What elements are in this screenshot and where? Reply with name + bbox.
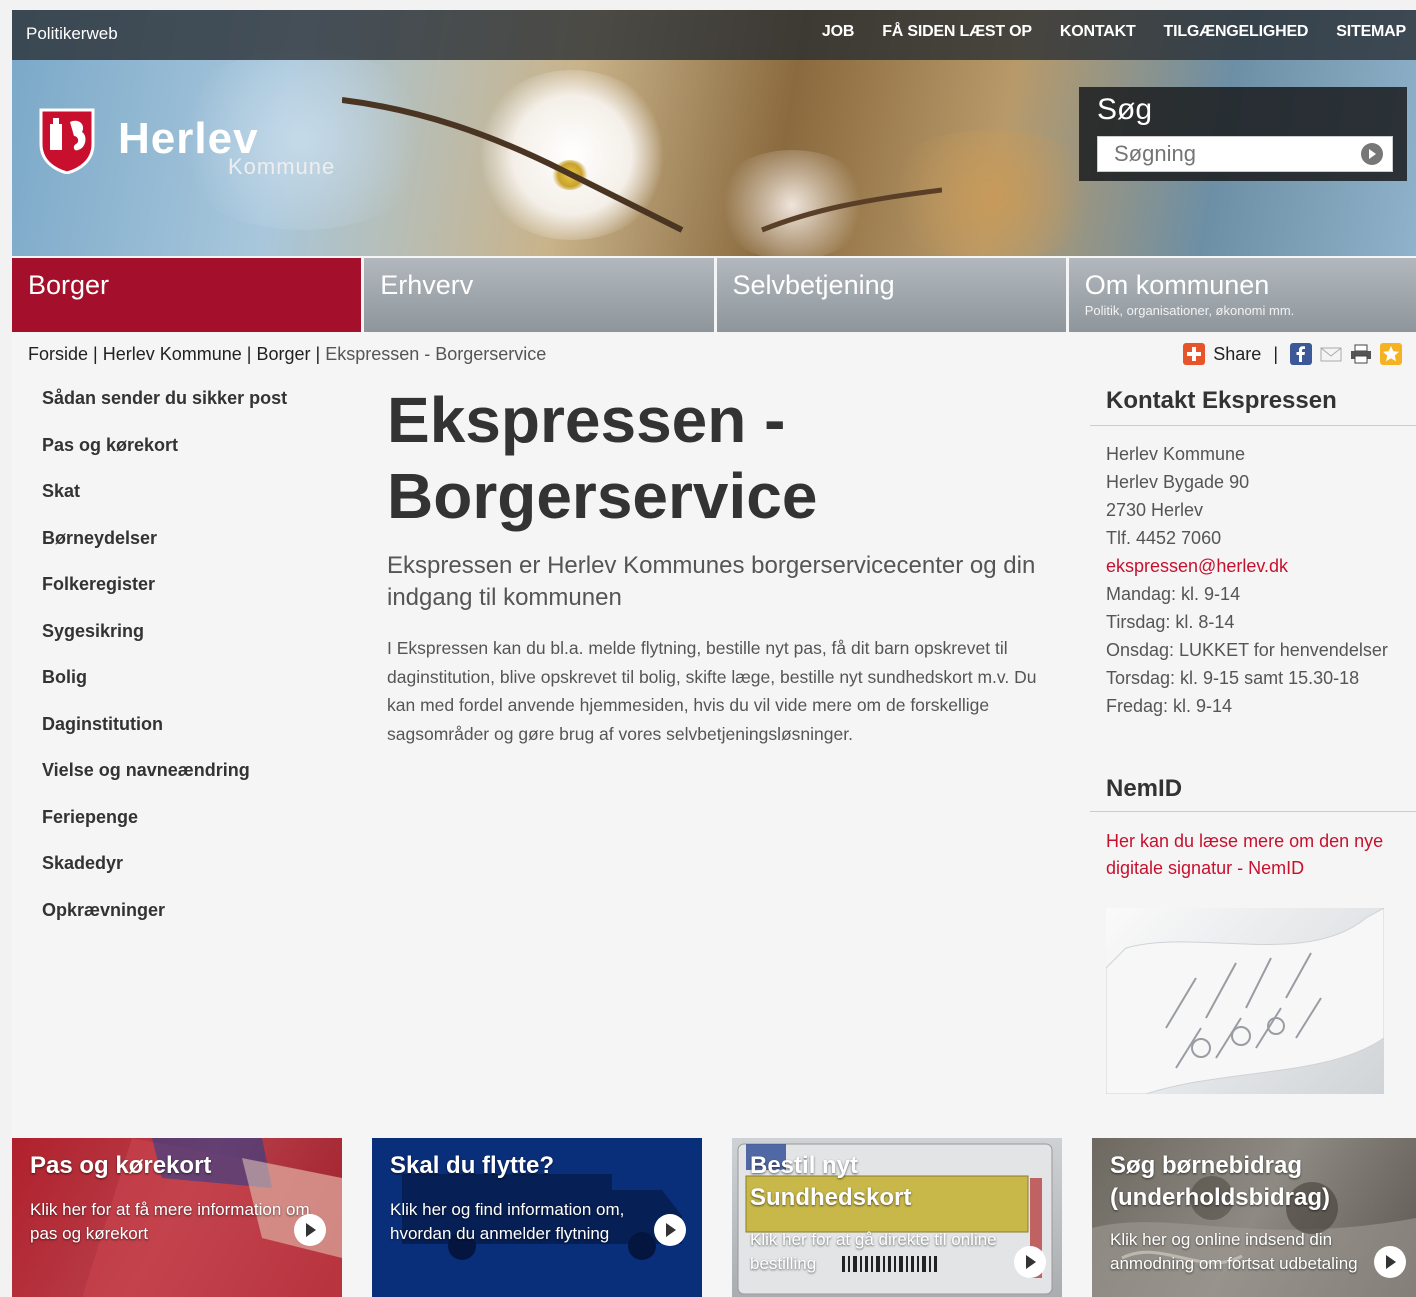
main-nav-erhverv[interactable]: Erhverv <box>364 258 714 332</box>
opening-hours: Mandag: kl. 9-14 <box>1106 584 1241 604</box>
side-nav-item[interactable]: Folkeregister <box>42 574 287 621</box>
promo-description: Klik her og online indsend din anmodning… <box>1110 1230 1358 1273</box>
breadcrumb-borger[interactable]: Borger <box>256 344 310 364</box>
promo-skal-du-flytte[interactable]: Skal du flytte? Klik her og find informa… <box>372 1138 702 1297</box>
page-title-line: Ekspressen - <box>387 384 786 456</box>
share-separator: | <box>1273 343 1278 364</box>
politikerweb-link[interactable]: Politikerweb <box>26 24 118 44</box>
main-nav-label: Borger <box>28 270 110 300</box>
email-icon[interactable] <box>1320 343 1342 365</box>
header-banner: Politikerweb JOB FÅ SIDEN LÆST OP KONTAK… <box>12 10 1416 256</box>
contact-line: Herlev Bygade 90 <box>1106 472 1250 492</box>
side-nav-item[interactable]: Børneydelser <box>42 528 287 575</box>
main-nav-borger[interactable]: Borger <box>12 258 362 332</box>
top-nav-job[interactable]: JOB <box>822 23 855 41</box>
top-nav-accessibility[interactable]: TILGÆNGELIGHED <box>1164 23 1309 41</box>
side-nav-item[interactable]: Feriepenge <box>42 807 287 854</box>
share-plus-icon[interactable] <box>1183 343 1206 365</box>
promo-title: Skal du flytte? <box>390 1152 555 1179</box>
nemid-card-image[interactable] <box>1106 908 1384 1094</box>
contact-line: Herlev Kommune <box>1106 444 1246 464</box>
divider <box>1090 811 1416 812</box>
opening-hours: Torsdag: kl. 9-15 samt 15.30-18 <box>1106 668 1360 688</box>
main-nav: Borger Erhverv Selvbetjening Om kommunen… <box>12 258 1416 332</box>
play-arrow-icon[interactable] <box>1374 1246 1406 1278</box>
page-title-line: Borgerservice <box>387 460 818 532</box>
contact-line: 2730 Herlev <box>1106 500 1204 520</box>
promo-pas-og-koerekort[interactable]: Pas og kørekort Klik her for at få mere … <box>12 1138 342 1297</box>
nemid-link[interactable]: Her kan du læse mere om den nye digitale… <box>1106 828 1406 882</box>
promo-title: Søg børnebidrag (underholdsbidrag) <box>1110 1152 1330 1211</box>
opening-hours: Fredag: kl. 9-14 <box>1106 696 1233 716</box>
play-arrow-icon[interactable] <box>294 1214 326 1246</box>
top-bar: Politikerweb JOB FÅ SIDEN LÆST OP KONTAK… <box>12 10 1416 60</box>
logo-subtitle: Kommune <box>228 154 336 179</box>
lead-paragraph: Ekspressen er Herlev Kommunes borgerserv… <box>387 552 1036 611</box>
banner-branch <box>342 97 942 233</box>
promo-title: Bestil nyt Sundhedskort <box>750 1152 912 1211</box>
top-nav-sitemap[interactable]: SITEMAP <box>1336 23 1406 41</box>
opening-hours: Tirsdag: kl. 8-14 <box>1106 612 1235 632</box>
side-nav-item[interactable]: Daginstitution <box>42 714 287 761</box>
side-nav-item[interactable]: Sådan sender du sikker post <box>42 388 287 435</box>
side-nav-item[interactable]: Vielse og navneændring <box>42 760 287 807</box>
play-arrow-icon[interactable] <box>1014 1246 1046 1278</box>
share-label[interactable]: Share <box>1213 344 1261 365</box>
search-box: Søg <box>1079 87 1407 181</box>
breadcrumb-separator: | <box>241 344 257 364</box>
facebook-icon[interactable] <box>1290 343 1312 365</box>
main-nav-om-kommunen[interactable]: Om kommunen Politik, organisationer, øko… <box>1068 258 1416 332</box>
body-paragraph: I Ekspressen kan du bl.a. melde flytning… <box>387 638 1037 744</box>
breadcrumb-separator: | <box>310 344 326 364</box>
breadcrumb: Forside | Herlev Kommune | Borger | Eksp… <box>28 344 546 365</box>
top-nav-read-aloud[interactable]: FÅ SIDEN LÆST OP <box>882 23 1032 41</box>
nemid-card-photo <box>1106 908 1384 1094</box>
side-nav-item[interactable]: Skat <box>42 481 287 528</box>
promo-description: Klik her og find information om, hvordan… <box>390 1200 625 1243</box>
side-nav-item[interactable]: Sygesikring <box>42 621 287 668</box>
promo-description: Klik her for at få mere information om p… <box>30 1200 310 1243</box>
search-go-icon[interactable] <box>1361 143 1383 165</box>
play-arrow-icon[interactable] <box>654 1214 686 1246</box>
side-nav-item[interactable]: Pas og kørekort <box>42 435 287 482</box>
search-input[interactable] <box>1097 136 1393 172</box>
promo-title: Pas og kørekort <box>30 1152 212 1179</box>
contact-email-link[interactable]: ekspressen@herlev.dk <box>1106 552 1388 580</box>
main-nav-label: Selvbetjening <box>732 270 895 300</box>
promo-bestil-sundhedskort[interactable]: Bestil nyt Sundhedskort Klik her for at … <box>732 1138 1062 1297</box>
breadcrumb-current: Ekspressen - Borgerservice <box>325 344 547 364</box>
top-nav: JOB FÅ SIDEN LÆST OP KONTAKT TILGÆNGELIG… <box>794 23 1406 41</box>
breadcrumb-forside[interactable]: Forside <box>28 344 88 364</box>
side-nav: Sådan sender du sikker post Pas og kørek… <box>42 388 287 946</box>
search-label: Søg <box>1097 93 1153 126</box>
side-nav-item[interactable]: Skadedyr <box>42 853 287 900</box>
divider <box>1090 425 1416 426</box>
favorite-star-icon[interactable] <box>1380 343 1402 365</box>
share-toolbar: Share | <box>1183 343 1402 365</box>
contact-heading: Kontakt Ekspressen <box>1106 387 1337 414</box>
top-nav-contact[interactable]: KONTAKT <box>1060 23 1136 41</box>
herlev-crest-icon[interactable] <box>38 106 96 174</box>
page: Politikerweb JOB FÅ SIDEN LÆST OP KONTAK… <box>12 10 1416 1297</box>
side-nav-item[interactable]: Opkrævninger <box>42 900 287 947</box>
nemid-heading: NemID <box>1106 775 1183 802</box>
contact-line: Tlf. 4452 7060 <box>1106 528 1222 548</box>
promo-soeg-boernebidrag[interactable]: Søg børnebidrag (underholdsbidrag) Klik … <box>1092 1138 1416 1297</box>
breadcrumb-herlev-kommune[interactable]: Herlev Kommune <box>103 344 242 364</box>
promo-description: Klik her for at gå direkte til online be… <box>750 1230 997 1273</box>
side-nav-item[interactable]: Bolig <box>42 667 287 714</box>
main-nav-label: Om kommunen <box>1084 270 1270 300</box>
opening-hours: Onsdag: LUKKET for henvendelser <box>1106 640 1388 660</box>
main-nav-selvbetjening[interactable]: Selvbetjening <box>716 258 1066 332</box>
print-icon[interactable] <box>1350 343 1372 365</box>
main-nav-label: Erhverv <box>380 270 474 300</box>
breadcrumb-separator: | <box>88 344 103 364</box>
contact-info: Herlev Kommune Herlev Bygade 90 2730 Her… <box>1106 440 1388 720</box>
page-title: Ekspressen - Borgerservice <box>387 382 1067 534</box>
main-nav-sublabel: Politik, organisationer, økonomi mm. <box>1084 303 1295 318</box>
